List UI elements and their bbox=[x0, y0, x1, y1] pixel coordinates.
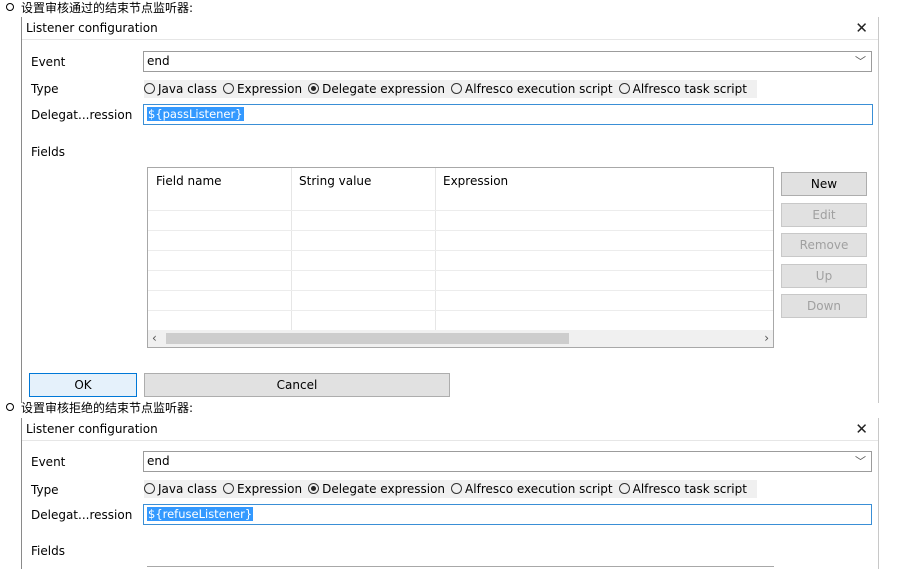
down-button[interactable]: Down bbox=[781, 294, 867, 318]
row-divider bbox=[148, 270, 773, 271]
radio-button bbox=[222, 483, 234, 494]
radio-button-selected bbox=[308, 483, 320, 494]
listener-dialog-1: Listener configuration ✕ Event end ﹀ Typ… bbox=[21, 17, 879, 403]
event-dropdown[interactable]: end ﹀ bbox=[143, 51, 872, 72]
radio-button bbox=[144, 83, 155, 94]
fields-label: Fields bbox=[31, 145, 65, 159]
event-dropdown[interactable]: end ﹀ bbox=[143, 451, 872, 472]
horizontal-scrollbar[interactable]: ‹ › bbox=[148, 330, 773, 347]
radio-expression[interactable]: Expression bbox=[222, 480, 303, 498]
radio-alfresco-task-script[interactable]: Alfresco task script bbox=[618, 80, 747, 98]
bullet-heading-2: 设置审核拒绝的结束节点监听器: bbox=[6, 400, 193, 416]
radio-java-class[interactable]: Java class bbox=[144, 480, 217, 498]
delegate-expression-input[interactable]: ${passListener} bbox=[143, 104, 873, 125]
type-label: Type bbox=[31, 82, 59, 96]
radio-expression[interactable]: Expression bbox=[222, 80, 303, 98]
fields-table[interactable]: Field name String value Expression ‹ › bbox=[147, 167, 774, 348]
event-label: Event bbox=[31, 455, 66, 469]
radio-button bbox=[144, 483, 155, 494]
radio-button bbox=[618, 483, 630, 494]
scroll-left-icon[interactable]: ‹ bbox=[152, 330, 157, 347]
event-value: end bbox=[147, 454, 170, 468]
radio-button-selected bbox=[308, 83, 320, 94]
scrollbar-thumb[interactable] bbox=[166, 333, 569, 344]
delegate-expression-value: ${refuseListener} bbox=[147, 507, 254, 521]
column-header-string-value[interactable]: String value bbox=[291, 168, 371, 210]
listener-dialog-2: Listener configuration ✕ Event end ﹀ Typ… bbox=[21, 418, 879, 569]
delegate-expression-label: Delegat...ression bbox=[31, 108, 133, 122]
ok-button[interactable]: OK bbox=[29, 373, 137, 397]
close-icon[interactable]: ✕ bbox=[855, 17, 868, 39]
fields-table-top-edge bbox=[147, 566, 774, 567]
radio-delegate-expression[interactable]: Delegate expression bbox=[308, 480, 445, 498]
radio-label: Alfresco execution script bbox=[465, 82, 613, 96]
radio-label: Alfresco task script bbox=[632, 482, 747, 496]
close-icon[interactable]: ✕ bbox=[855, 418, 868, 440]
row-divider bbox=[148, 290, 773, 291]
column-header-expression[interactable]: Expression bbox=[435, 168, 508, 210]
radio-delegate-expression[interactable]: Delegate expression bbox=[308, 80, 445, 98]
up-button[interactable]: Up bbox=[781, 264, 867, 288]
radio-alfresco-task-script[interactable]: Alfresco task script bbox=[618, 480, 747, 498]
radio-label: Delegate expression bbox=[322, 82, 446, 96]
type-label: Type bbox=[31, 483, 59, 497]
dialog-title: Listener configuration bbox=[26, 422, 158, 436]
bullet-icon bbox=[6, 2, 14, 11]
dialog-titlebar: Listener configuration ✕ bbox=[22, 17, 878, 40]
column-header-field-name[interactable]: Field name bbox=[148, 168, 222, 210]
radio-button bbox=[451, 483, 463, 494]
row-divider bbox=[148, 310, 773, 311]
type-radio-group: Java class Expression Delegate expression A… bbox=[144, 480, 757, 498]
delegate-expression-label: Delegat...ression bbox=[31, 508, 133, 522]
radio-label: Delegate expression bbox=[322, 482, 446, 496]
dialog-titlebar: Listener configuration ✕ bbox=[22, 418, 878, 441]
row-divider bbox=[148, 210, 773, 211]
dialog-title: Listener configuration bbox=[26, 21, 158, 35]
event-label: Event bbox=[31, 55, 66, 69]
bullet-text: 设置审核通过的结束节点监听器: bbox=[21, 1, 194, 15]
radio-label: Java class bbox=[158, 82, 217, 96]
event-value: end bbox=[147, 54, 170, 68]
delegate-expression-value: ${passListener} bbox=[147, 107, 244, 121]
radio-alfresco-execution-script[interactable]: Alfresco execution script bbox=[451, 480, 613, 498]
radio-java-class[interactable]: Java class bbox=[144, 80, 217, 98]
scroll-right-icon[interactable]: › bbox=[764, 330, 769, 347]
radio-label: Alfresco task script bbox=[632, 82, 747, 96]
edit-button[interactable]: Edit bbox=[781, 203, 867, 227]
bullet-icon bbox=[6, 402, 14, 411]
chevron-down-icon: ﹀ bbox=[855, 455, 866, 468]
radio-button bbox=[451, 83, 463, 94]
remove-button[interactable]: Remove bbox=[781, 233, 867, 257]
radio-alfresco-execution-script[interactable]: Alfresco execution script bbox=[451, 80, 613, 98]
row-divider bbox=[148, 230, 773, 231]
radio-button bbox=[222, 83, 234, 94]
type-radio-group: Java class Expression Delegate expression A… bbox=[144, 80, 757, 98]
radio-label: Alfresco execution script bbox=[465, 482, 613, 496]
radio-label: Expression bbox=[236, 482, 303, 496]
bullet-text: 设置审核拒绝的结束节点监听器: bbox=[21, 401, 194, 415]
cancel-button[interactable]: Cancel bbox=[144, 373, 450, 397]
row-divider bbox=[148, 250, 773, 251]
radio-label: Expression bbox=[236, 82, 303, 96]
bullet-heading-1: 设置审核通过的结束节点监听器: bbox=[6, 0, 193, 16]
delegate-expression-input[interactable]: ${refuseListener} bbox=[143, 504, 872, 525]
chevron-down-icon: ﹀ bbox=[855, 55, 866, 68]
new-button[interactable]: New bbox=[781, 172, 867, 196]
fields-label: Fields bbox=[31, 544, 65, 558]
radio-button bbox=[618, 83, 630, 94]
radio-label: Java class bbox=[158, 482, 217, 496]
